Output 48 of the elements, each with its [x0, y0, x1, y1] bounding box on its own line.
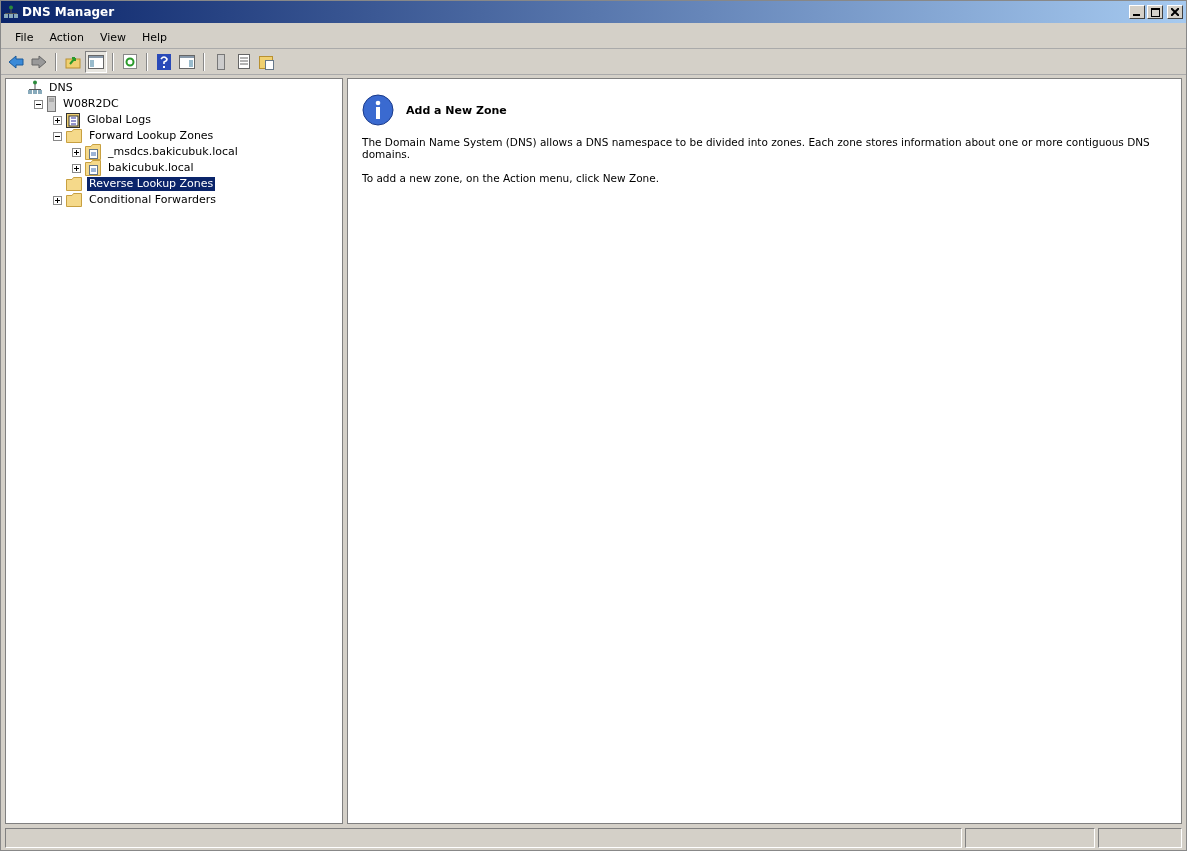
content-heading: Add a New Zone	[406, 103, 507, 117]
list-icon	[238, 54, 250, 69]
network-icon	[4, 5, 18, 19]
expand-icon[interactable]	[53, 195, 62, 205]
collapse-icon[interactable]	[34, 99, 43, 109]
tree-item[interactable]: Conditional Forwarders	[87, 193, 219, 207]
tree-item[interactable]: _msdcs.bakicubuk.local	[106, 145, 240, 159]
expand-icon[interactable]	[72, 147, 81, 157]
menu-item[interactable]: File	[7, 30, 42, 44]
refresh-icon	[123, 54, 137, 69]
tree-button[interactable]	[85, 50, 107, 73]
console-tree-icon	[88, 54, 104, 69]
zone-document-icon	[85, 160, 101, 176]
tree-item[interactable]: Reverse Lookup Zones	[87, 177, 216, 191]
description-text: To add a new zone, on the Action menu, click New Zone.	[362, 172, 661, 184]
expand-icon[interactable]	[53, 115, 62, 125]
maximize-icon	[1150, 7, 1160, 17]
close-button[interactable]	[1167, 5, 1183, 19]
collapse-icon[interactable]	[53, 131, 62, 141]
folder-document-icon	[259, 53, 275, 70]
action-pane-icon	[179, 54, 195, 69]
log-book-icon	[66, 112, 80, 128]
window-title: DNS Manager	[22, 5, 116, 19]
close-icon	[1171, 8, 1179, 16]
tree-item[interactable]: Global Logs	[85, 113, 153, 127]
zone-document-icon	[85, 144, 101, 160]
forward-arrow-icon	[31, 54, 47, 69]
folder-icon	[66, 129, 82, 143]
maximize-button[interactable]	[1147, 5, 1163, 19]
network-icon	[28, 80, 42, 96]
server-icon	[47, 96, 56, 112]
menu-item[interactable]: View	[91, 30, 134, 44]
menu-item[interactable]: Action	[41, 30, 92, 44]
tree-item[interactable]: Forward Lookup Zones	[87, 129, 216, 143]
tree-item[interactable]: W08R2DC	[61, 97, 121, 111]
tree-item[interactable]: DNS	[47, 81, 75, 95]
info-icon	[362, 94, 394, 126]
tree-item[interactable]: bakicubuk.local	[106, 161, 196, 175]
back-arrow-icon	[8, 54, 24, 69]
expand-icon[interactable]	[72, 163, 81, 173]
description-text: The Domain Name System (DNS) allows a DNS namespace to be divided into zones. Each zone stores information about one or more contiguous DNS domains.	[362, 136, 1151, 160]
help-icon	[157, 53, 171, 70]
menu-item[interactable]: Help	[134, 30, 176, 44]
folder-icon	[66, 193, 82, 207]
folder-icon	[66, 177, 82, 191]
server-icon	[217, 53, 225, 70]
folder-up-icon	[65, 54, 81, 69]
minimize-button[interactable]	[1129, 5, 1145, 19]
